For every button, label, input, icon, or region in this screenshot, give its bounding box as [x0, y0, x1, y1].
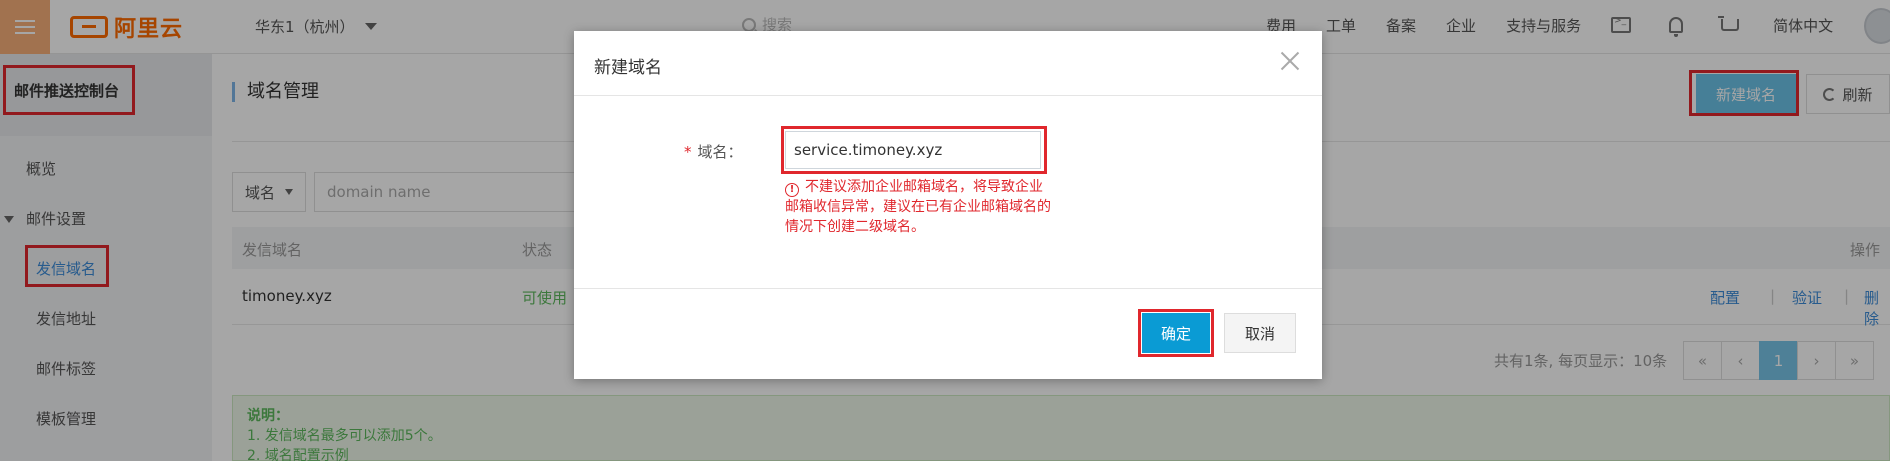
warning-text: 不建议添加企业邮箱域名，将导致企业邮箱收信异常，建议在已有企业邮箱域名的情况下创…: [785, 179, 1051, 235]
dialog-header: 新建域名: [574, 31, 1322, 96]
new-domain-dialog: 新建域名 * 域名： !不建议添加企业邮箱域名，将导致企业邮箱收信异常，建议在已有…: [574, 31, 1322, 379]
domain-label-text: 域名：: [697, 143, 743, 161]
warning-icon: !: [785, 183, 799, 197]
domain-field-label: * 域名：: [684, 141, 743, 162]
dialog-title: 新建域名: [594, 58, 662, 78]
domain-warning: ! 不建议添加企业邮箱域名，将导致企业邮箱收信异常，建议在已有企业邮箱域名的情况下…: [785, 177, 1055, 237]
highlight-box: [1138, 309, 1214, 357]
required-mark: *: [684, 143, 692, 161]
dialog-footer: 确定 取消: [574, 288, 1322, 379]
close-icon[interactable]: [1278, 49, 1302, 73]
highlight-box: [781, 126, 1047, 174]
cancel-button[interactable]: 取消: [1224, 313, 1296, 353]
